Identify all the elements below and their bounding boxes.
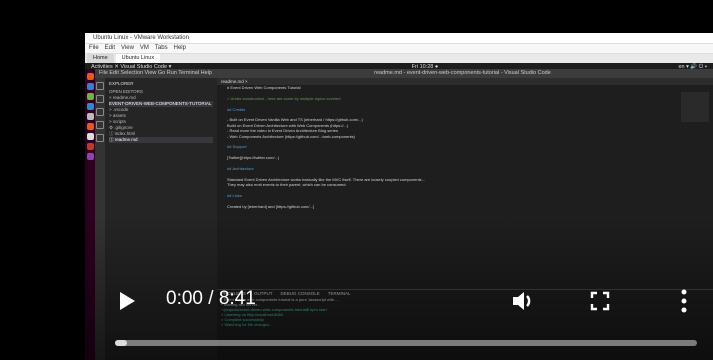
app-icon[interactable] <box>86 143 94 150</box>
terminal-icon[interactable] <box>86 93 94 100</box>
extensions-icon[interactable] <box>96 134 104 142</box>
files-icon[interactable] <box>86 83 94 90</box>
source-control-icon[interactable] <box>96 108 104 116</box>
vm-menu-item[interactable]: File <box>89 44 99 53</box>
vm-menu-item[interactable]: VM <box>140 44 149 53</box>
help-icon[interactable] <box>86 133 94 140</box>
firefox-icon[interactable] <box>86 73 94 80</box>
vscode-menu[interactable]: File Edit Selection View Go Run Terminal… <box>95 69 212 78</box>
software-icon[interactable] <box>86 123 94 130</box>
explorer-header: EXPLORER <box>109 81 134 86</box>
fullscreen-icon[interactable] <box>590 291 610 311</box>
vm-tab-home[interactable]: Home <box>87 54 114 63</box>
vscode-icon[interactable] <box>86 103 94 110</box>
explorer-icon[interactable] <box>96 82 104 90</box>
vscode-window-title: readme.md - event-driven-web-components-… <box>374 70 551 76</box>
progress-fill <box>115 340 127 346</box>
settings-icon[interactable] <box>86 113 94 120</box>
code-line: Created by [ieberhard] and [https://gith… <box>227 203 314 209</box>
debug-icon[interactable] <box>96 121 104 129</box>
vm-window-title: Ubuntu Linux - VMware Workstation <box>85 33 713 44</box>
search-icon[interactable] <box>96 95 104 103</box>
vm-menu-bar: File Edit View VM Tabs Help <box>85 44 713 54</box>
vm-menu-item[interactable]: Edit <box>105 44 115 53</box>
vm-menu-item[interactable]: View <box>121 44 134 53</box>
minimap[interactable] <box>681 92 709 122</box>
apps-grid-icon[interactable] <box>86 153 94 160</box>
time-display: 0:00 / 8:41 <box>166 288 256 309</box>
player-controls: 0:00 / 8:41 <box>0 270 713 330</box>
volume-icon[interactable] <box>510 288 536 314</box>
vm-menu-item[interactable]: Tabs <box>155 44 168 53</box>
tree-item[interactable]: ⓘ readme.md <box>109 137 213 143</box>
progress-bar[interactable] <box>115 340 697 346</box>
vm-tab-ubuntu[interactable]: Ubuntu Linux <box>115 54 161 63</box>
editor-tab[interactable]: readme.md × <box>217 78 713 85</box>
vm-tab-bar: Home Ubuntu Linux <box>85 54 713 63</box>
more-options-icon[interactable] <box>681 288 687 314</box>
vscode-title-bar: File Edit Selection View Go Run Terminal… <box>95 69 713 78</box>
play-button[interactable] <box>120 292 135 310</box>
vm-menu-item[interactable]: Help <box>174 44 186 53</box>
